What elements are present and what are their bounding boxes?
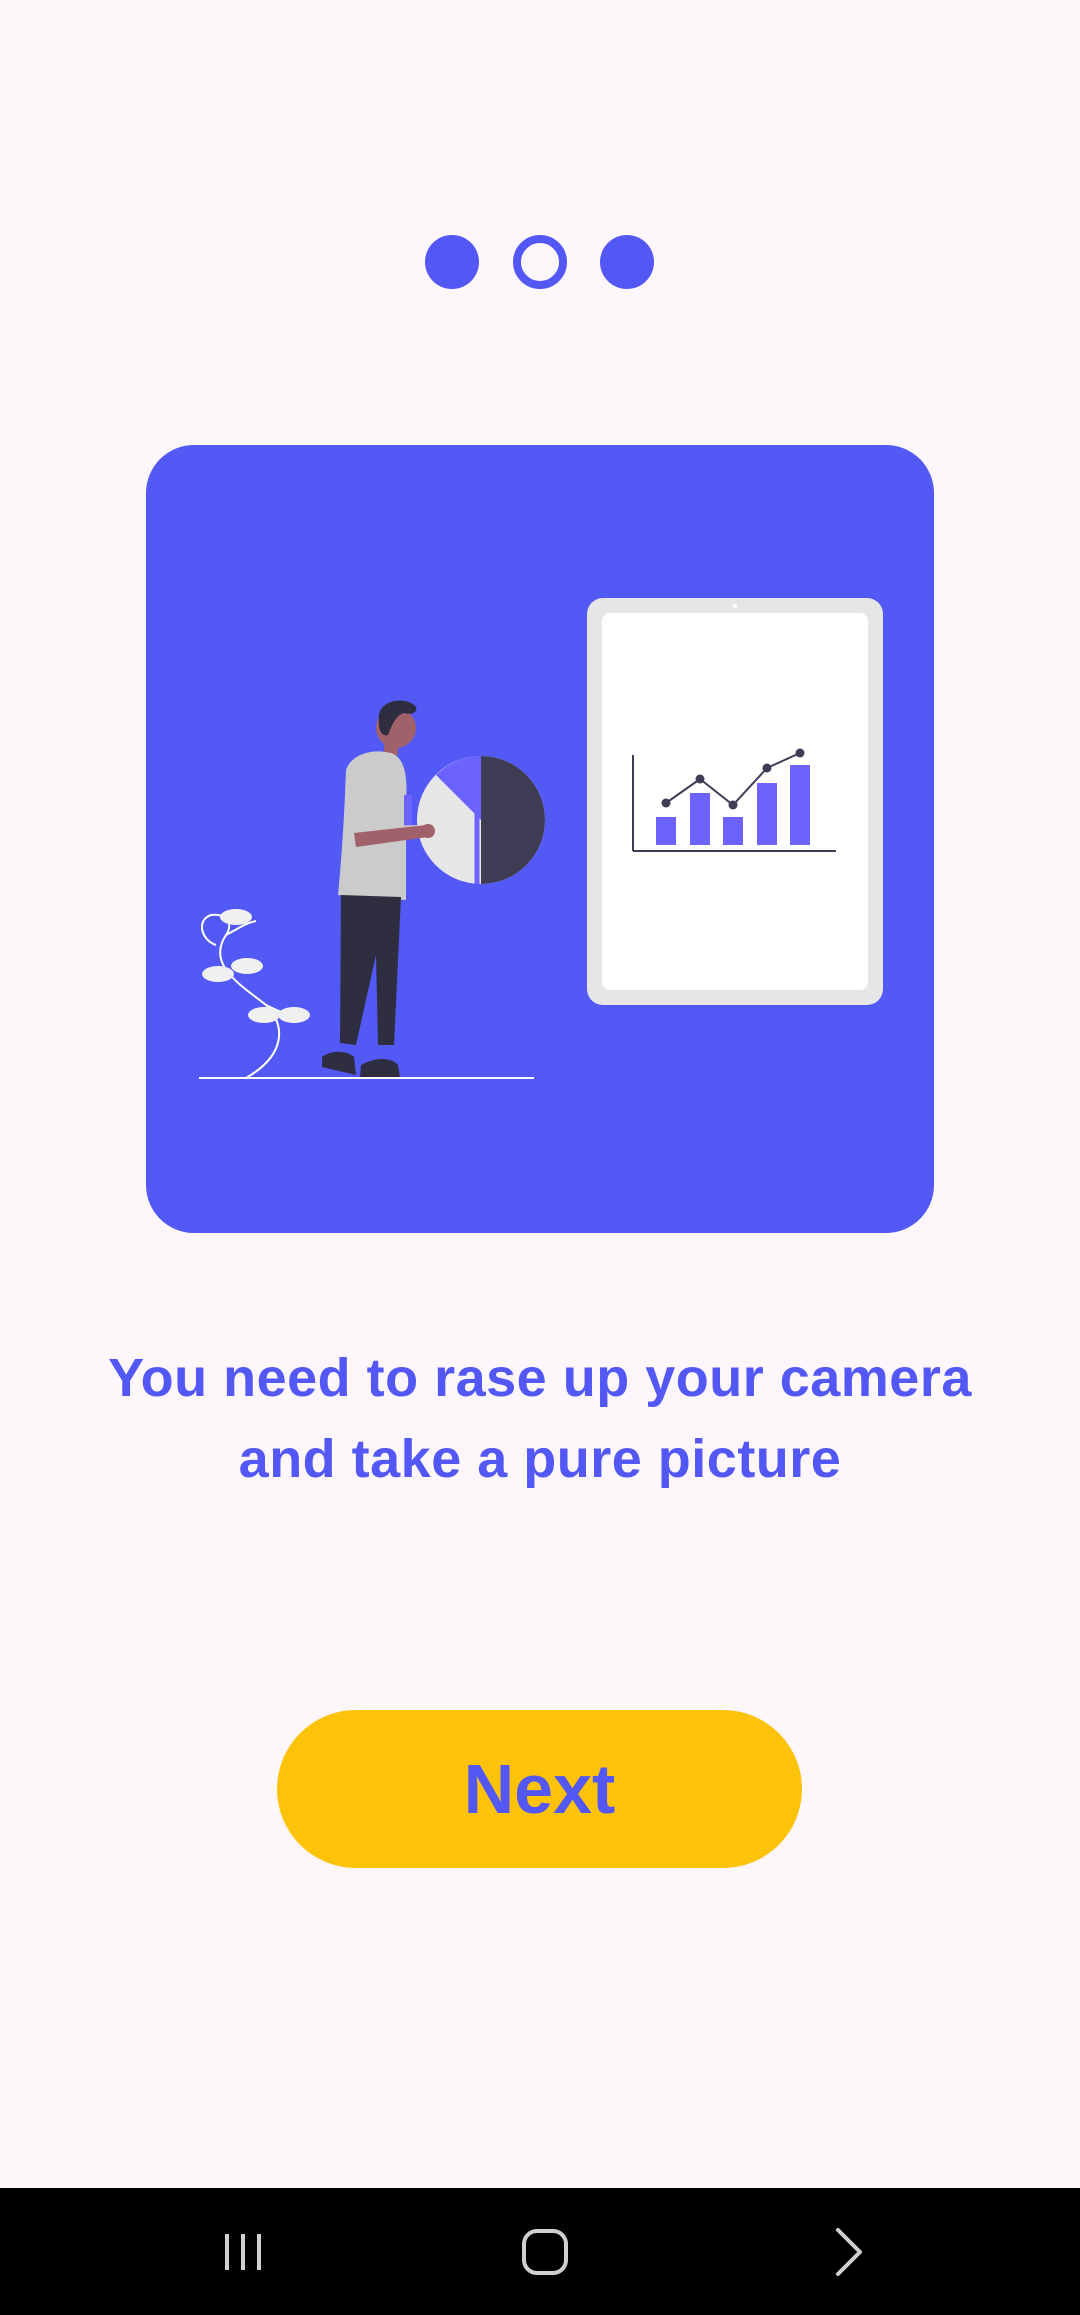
onboarding-description: You need to rase up your camera and take…: [108, 1348, 972, 1489]
page-dot-3[interactable]: [600, 235, 654, 289]
home-icon: [522, 2228, 568, 2275]
home-button[interactable]: [465, 2188, 625, 2315]
page-dot-1[interactable]: [425, 235, 479, 289]
next-button[interactable]: Next: [277, 1710, 802, 1868]
system-navigation-bar: [0, 2188, 1080, 2315]
page-indicator: [0, 235, 1080, 289]
recents-button[interactable]: [163, 2188, 323, 2315]
tablet-illustration: [587, 598, 883, 1005]
recents-icon: [225, 2233, 261, 2270]
onboarding-screen: You need to rase up your camera and take…: [0, 0, 1080, 2315]
plant-leaves: [202, 909, 310, 1023]
back-icon: [836, 2227, 862, 2276]
pie-chart-illustration: [417, 756, 545, 884]
back-button[interactable]: [768, 2188, 928, 2315]
plant-illustration: [201, 913, 307, 1079]
analytics-illustration: [199, 598, 883, 1079]
person-illustration: [322, 700, 435, 1077]
page-dot-2-active[interactable]: [513, 235, 567, 289]
illustration-card: [146, 445, 934, 1233]
